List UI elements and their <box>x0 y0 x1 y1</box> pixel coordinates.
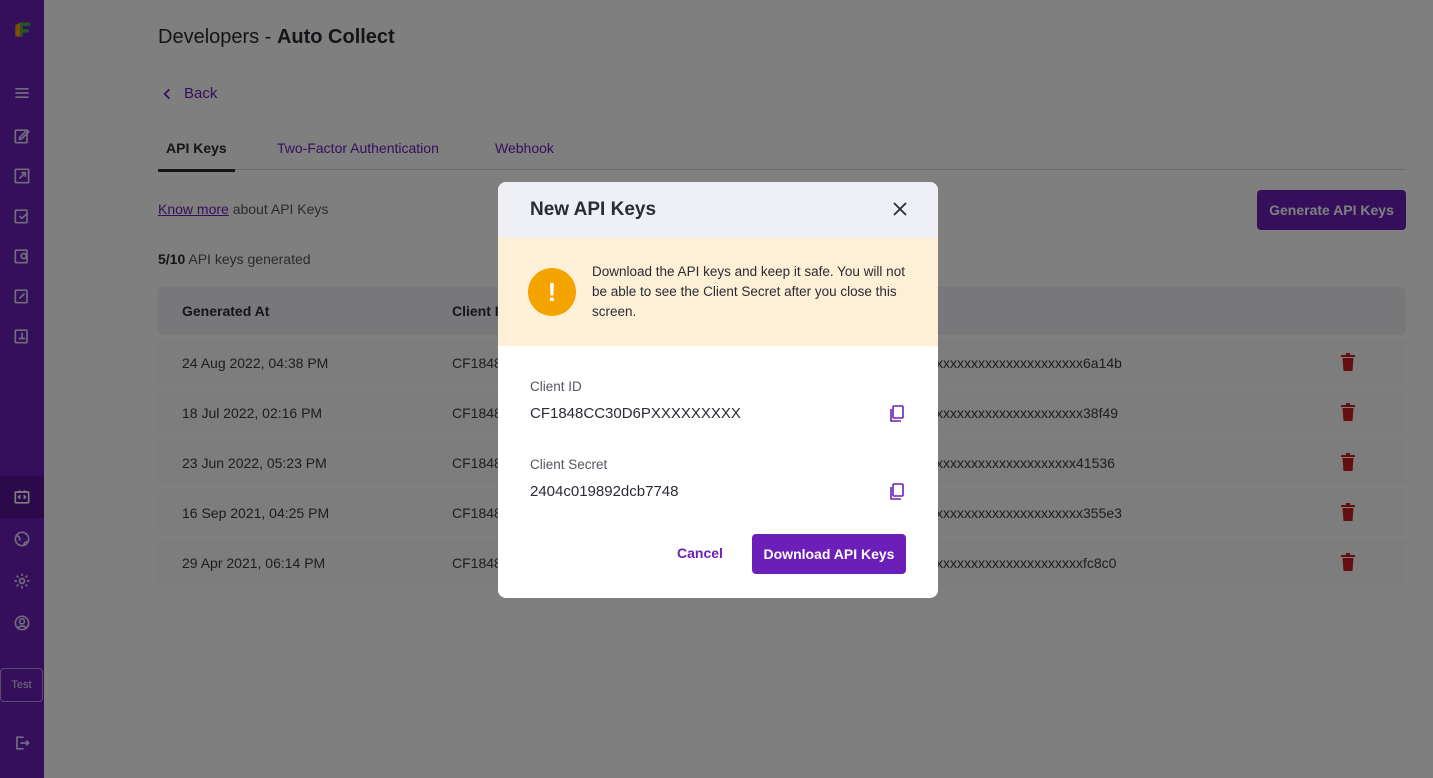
copy-client-id-icon[interactable] <box>888 405 904 423</box>
dialog-title: New API Keys <box>530 199 657 220</box>
client-id-value: CF1848CC30D6PXXXXXXXXX <box>530 405 741 422</box>
cancel-button[interactable]: Cancel <box>677 545 723 561</box>
warning-icon: ! <box>528 268 576 316</box>
dialog-header: New API Keys <box>498 182 938 238</box>
download-api-keys-button[interactable]: Download API Keys <box>752 534 906 574</box>
client-secret-value: 2404c019892dcb7748 <box>530 483 679 500</box>
warning-banner: ! Download the API keys and keep it safe… <box>498 238 938 346</box>
warning-text: Download the API keys and keep it safe. … <box>592 264 905 319</box>
close-icon[interactable] <box>890 199 910 219</box>
new-api-keys-dialog: New API Keys ! Download the API keys and… <box>498 182 938 598</box>
client-secret-label: Client Secret <box>530 457 608 472</box>
client-id-label: Client ID <box>530 379 582 394</box>
copy-client-secret-icon[interactable] <box>888 483 904 501</box>
